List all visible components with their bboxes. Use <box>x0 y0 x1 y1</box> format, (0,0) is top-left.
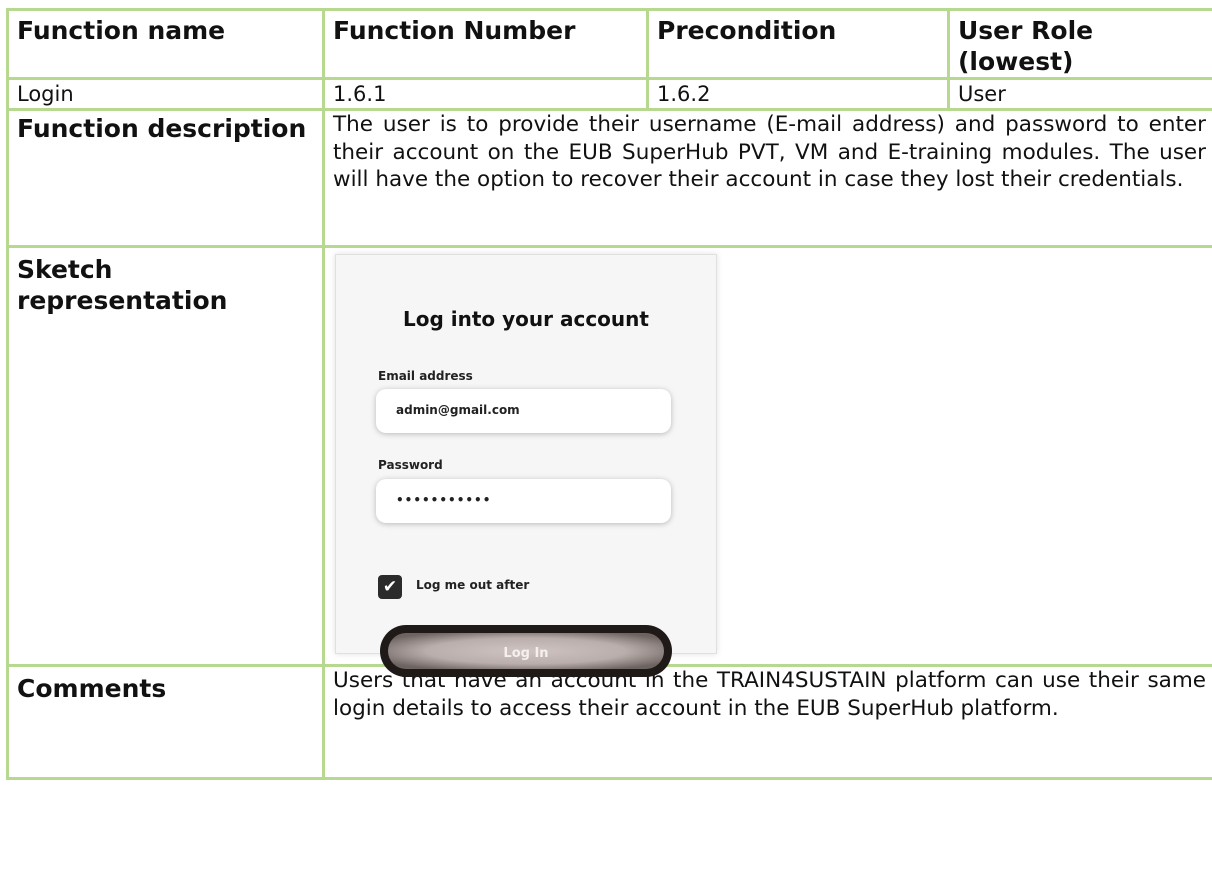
value-user-role: User <box>958 82 1006 106</box>
value-precondition: 1.6.2 <box>657 82 711 106</box>
description-text: The user is to provide their username (E… <box>333 112 1206 192</box>
description-cell: The user is to provide their username (E… <box>322 108 1212 248</box>
label-cell: Comments <box>6 664 325 780</box>
header-cell: Precondition <box>646 8 950 80</box>
function-spec-table: Function name Function Number Preconditi… <box>6 8 1212 780</box>
value-cell: 1.6.1 <box>322 77 649 111</box>
comments-cell: Users that have an account in the TRAIN4… <box>322 664 1212 780</box>
header-function-number: Function Number <box>333 16 576 45</box>
header-function-name: Function name <box>17 16 226 45</box>
sketch-row: Sketch representation Log into your acco… <box>6 245 1212 677</box>
value-cell: User <box>947 77 1212 111</box>
login-button[interactable]: Log In <box>380 625 672 677</box>
header-cell: User Role (lowest) <box>947 8 1212 80</box>
value-function-name: Login <box>17 82 74 106</box>
label-cell: Sketch representation <box>6 245 325 667</box>
header-precondition: Precondition <box>657 16 837 45</box>
header-user-role: User Role (lowest) <box>958 16 1094 76</box>
label-cell: Function description <box>6 108 325 248</box>
header-cell: Function name <box>6 8 325 80</box>
sketch-cell: Log into your account Email address admi… <box>322 245 1212 677</box>
header-row: Function name Function Number Preconditi… <box>6 8 1212 80</box>
value-function-number: 1.6.1 <box>333 82 387 106</box>
login-sketch-card: Log into your account Email address admi… <box>335 254 717 677</box>
sketch-label: Sketch representation <box>17 255 228 315</box>
comments-label: Comments <box>17 674 167 703</box>
values-row: Login 1.6.1 1.6.2 User <box>6 77 1212 111</box>
sketch-area: Log into your account Email address admi… <box>325 248 1212 677</box>
login-button-label: Log In <box>503 646 548 661</box>
description-row: Function description The user is to prov… <box>6 108 1212 248</box>
login-button-layer: Log In <box>380 625 672 677</box>
value-cell: Login <box>6 77 325 111</box>
header-cell: Function Number <box>322 8 649 80</box>
top-heading-fragment <box>0 0 1212 8</box>
value-cell: 1.6.2 <box>646 77 950 111</box>
description-label: Function description <box>17 114 307 143</box>
comments-row: Comments Users that have an account in t… <box>6 664 1212 780</box>
